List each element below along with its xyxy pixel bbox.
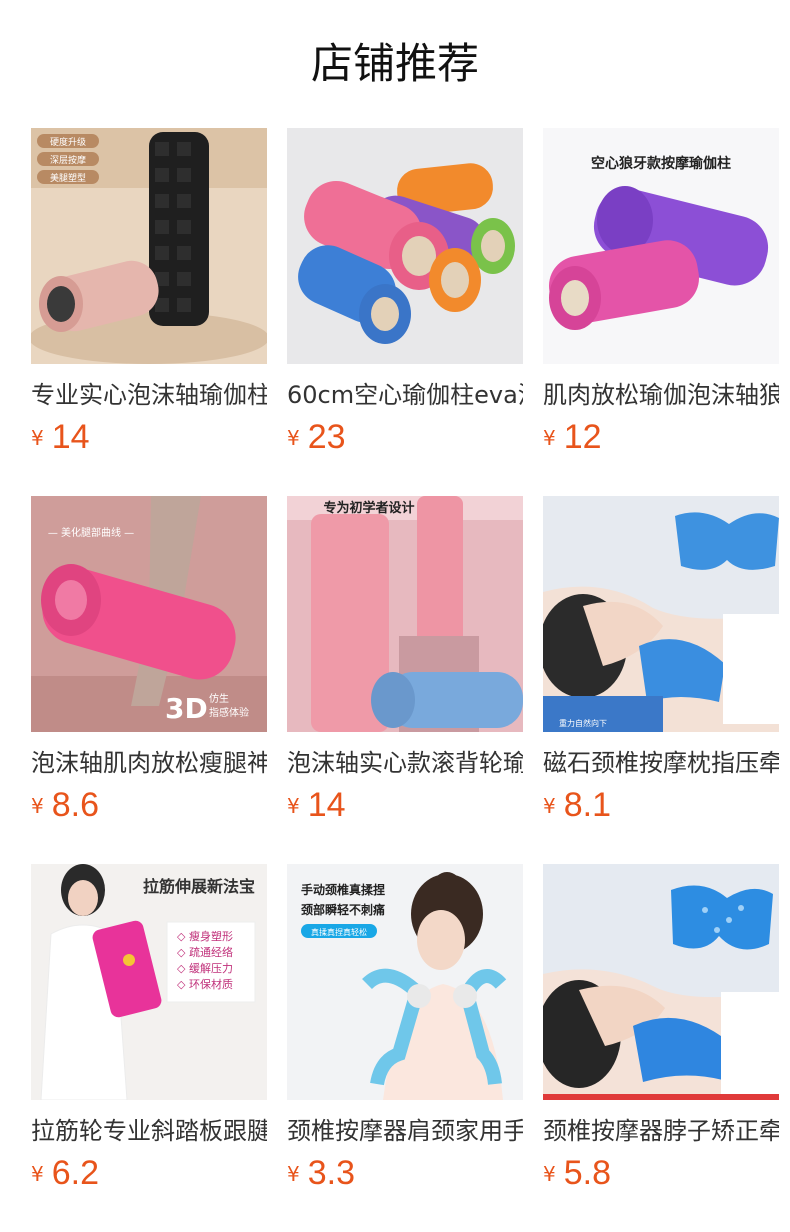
image-caption: 真揉真捏真轻松 (311, 927, 367, 937)
image-badge-text: 深层按摩 (50, 154, 86, 166)
product-title[interactable]: 拉筋轮专业斜踏板跟腱拉伸 (31, 1114, 267, 1150)
price-value: 14 (307, 786, 346, 824)
image-caption: 专为初学者设计 (323, 500, 414, 516)
price-value: 5.8 (563, 1154, 611, 1192)
price-value: 12 (563, 418, 602, 456)
currency-symbol: ¥ (543, 1162, 556, 1186)
product-title[interactable]: 60cm空心瑜伽柱eva泡沫轴 (287, 378, 523, 414)
product-card[interactable]: 手动颈椎真揉捏 颈部瞬轻不刺痛 真揉真捏真轻松 颈椎按摩器肩颈家用手动 ¥3.3 (287, 864, 523, 1204)
product-card[interactable]: — 美化腿部曲线 — 3D 仿生 指感体验 泡沫轴肌肉放松瘦腿神器 ¥8.6 (31, 496, 267, 836)
product-image[interactable]: 硬度升级 深层按摩 美腿塑型 (31, 128, 267, 364)
currency-symbol: ¥ (287, 794, 300, 818)
currency-symbol: ¥ (543, 794, 556, 818)
product-image[interactable] (287, 128, 523, 364)
image-caption: 指感体验 (209, 706, 249, 719)
product-card[interactable]: 空心狼牙款按摩瑜伽柱 肌肉放松瑜伽泡沫轴狼牙棒 ¥12 (543, 128, 779, 468)
product-title[interactable]: 颈椎按摩器肩颈家用手动 (287, 1114, 523, 1150)
image-badge-text: 硬度升级 (50, 136, 86, 148)
product-title[interactable]: 磁石颈椎按摩枕指压牵引 (543, 746, 779, 782)
image-caption: — 美化腿部曲线 — (48, 526, 134, 539)
image-caption: ◇ 环保材质 (177, 977, 233, 991)
price-value: 23 (307, 418, 346, 456)
product-card[interactable]: 硬度升级 深层按摩 美腿塑型 专业实心泡沫轴瑜伽柱 ¥ 14 (31, 128, 267, 468)
product-title[interactable]: 专业实心泡沫轴瑜伽柱 (31, 378, 267, 414)
image-caption: 手动颈椎真揉捏 (301, 882, 385, 897)
product-image[interactable]: 手动颈椎真揉捏 颈部瞬轻不刺痛 真揉真捏真轻松 (287, 864, 523, 1100)
image-caption: 3D (165, 692, 208, 725)
image-caption: 颈部瞬轻不刺痛 (300, 902, 385, 917)
product-title[interactable]: 颈椎按摩器脖子矫正牵引 (543, 1114, 779, 1150)
image-caption: 重力自然向下 (559, 718, 607, 728)
currency-symbol: ¥ (31, 426, 44, 450)
product-image[interactable]: 空心狼牙款按摩瑜伽柱 (543, 128, 779, 364)
product-price: ¥14 (287, 786, 346, 830)
image-caption: ◇ 疏通经络 (177, 945, 233, 959)
product-image[interactable]: 重力自然向下 (543, 496, 779, 732)
product-image[interactable]: 拉筋伸展新法宝 ◇ 瘦身塑形 ◇ 疏通经络 ◇ 缓解压力 ◇ 环保材质 (31, 864, 267, 1100)
image-caption: 拉筋伸展新法宝 (143, 877, 255, 896)
product-price: ¥12 (543, 418, 602, 462)
product-title[interactable]: 泡沫轴肌肉放松瘦腿神器 (31, 746, 267, 782)
currency-symbol: ¥ (287, 1162, 300, 1186)
image-caption: 仿生 (209, 692, 229, 705)
image-caption: 空心狼牙款按摩瑜伽柱 (591, 155, 731, 172)
price-value: 6.2 (51, 1154, 99, 1192)
page-title: 店铺推荐 (310, 39, 479, 88)
product-card[interactable]: 拉筋伸展新法宝 ◇ 瘦身塑形 ◇ 疏通经络 ◇ 缓解压力 ◇ 环保材质 拉筋轮专… (31, 864, 267, 1204)
product-card[interactable]: 颈椎按摩器脖子矫正牵引 ¥5.8 (543, 864, 779, 1204)
product-image[interactable]: 专为初学者设计 (287, 496, 523, 732)
product-image[interactable] (543, 864, 779, 1100)
currency-symbol: ¥ (543, 426, 556, 450)
image-caption: ◇ 瘦身塑形 (177, 929, 233, 943)
product-price: ¥5.8 (543, 1154, 611, 1198)
product-title[interactable]: 肌肉放松瑜伽泡沫轴狼牙棒 (543, 378, 779, 414)
image-badge-text: 美腿塑型 (50, 172, 86, 184)
product-price: ¥8.1 (543, 786, 611, 830)
product-price: ¥14 (31, 418, 90, 462)
product-price: ¥8.6 (31, 786, 99, 830)
price-value: 8.1 (563, 786, 611, 824)
price-value: 3.3 (307, 1154, 355, 1192)
product-card[interactable]: 60cm空心瑜伽柱eva泡沫轴 ¥23 (287, 128, 523, 468)
currency-symbol: ¥ (31, 1162, 44, 1186)
product-price: ¥23 (287, 418, 346, 462)
currency-symbol: ¥ (31, 794, 44, 818)
product-title[interactable]: 泡沫轴实心款滚背轮瑜伽柱 (287, 746, 523, 782)
product-card[interactable]: 专为初学者设计 泡沫轴实心款滚背轮瑜伽柱 ¥14 (287, 496, 523, 836)
product-price: ¥6.2 (31, 1154, 99, 1198)
product-card[interactable]: 重力自然向下 磁石颈椎按摩枕指压牵引 ¥8.1 (543, 496, 779, 836)
product-price: ¥3.3 (287, 1154, 355, 1198)
price-value: 14 (51, 418, 90, 456)
image-caption: ◇ 缓解压力 (177, 961, 233, 975)
price-value: 8.6 (51, 786, 99, 824)
currency-symbol: ¥ (287, 426, 300, 450)
product-image[interactable]: — 美化腿部曲线 — 3D 仿生 指感体验 (31, 496, 267, 732)
